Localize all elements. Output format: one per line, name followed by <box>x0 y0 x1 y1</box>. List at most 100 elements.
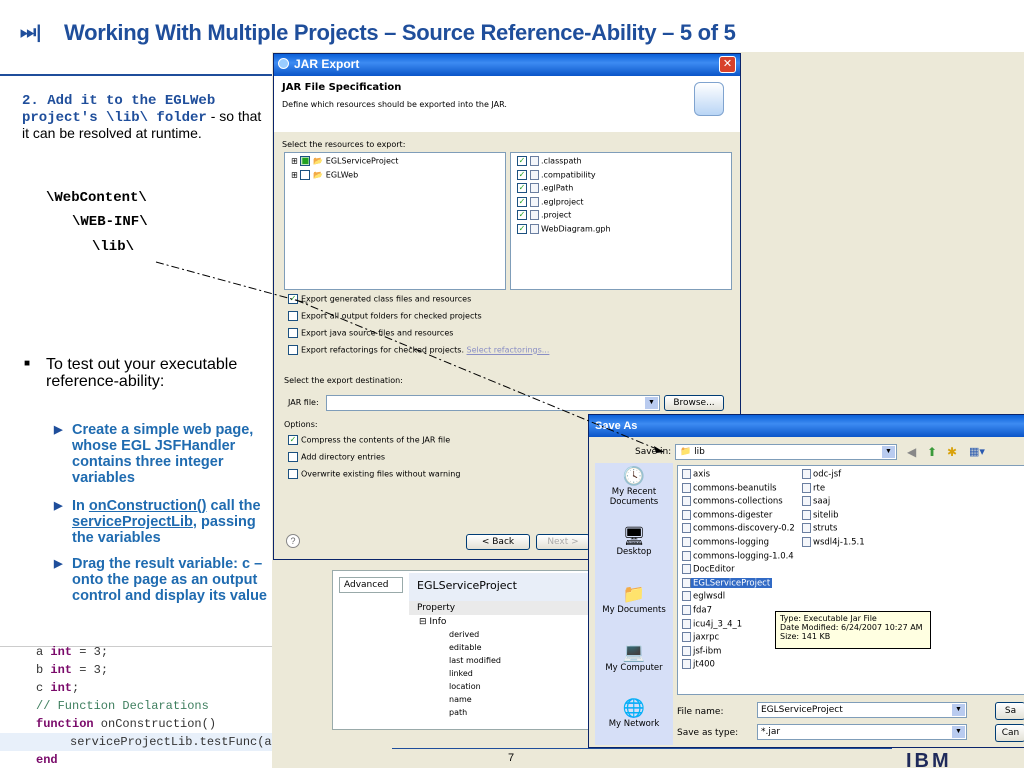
file-entry[interactable]: rte <box>802 482 827 493</box>
jar-file-icon <box>682 645 691 656</box>
file-list-item[interactable]: ✓ .classpath <box>517 156 582 166</box>
file-entry[interactable]: commons-digester <box>682 509 774 520</box>
file-entry[interactable]: jt400 <box>682 659 717 670</box>
opt-overwrite[interactable]: Overwrite existing files without warning <box>288 469 460 479</box>
file-entry[interactable]: eglwsdl <box>682 591 727 602</box>
save-button[interactable]: Sa <box>995 702 1024 720</box>
property-row: linked <box>449 669 473 678</box>
file-entry[interactable]: axis <box>682 469 712 480</box>
jar-file-icon <box>802 496 811 507</box>
place-my-computer[interactable]: 💻 My Computer <box>595 641 673 673</box>
chevron-down-icon[interactable]: ▼ <box>952 726 965 738</box>
sub-bullet-1: ▶ Create a simple web page, whose EGL JSF… <box>54 422 254 486</box>
file-entry[interactable]: odc-jsf <box>802 469 843 480</box>
opt-export-java[interactable]: Export java source files and resources <box>288 328 453 338</box>
footer-line <box>392 748 892 749</box>
file-entry[interactable]: DocEditor <box>682 564 737 575</box>
file-entry[interactable]: fda7 <box>682 605 714 616</box>
jar-file-icon <box>802 523 811 534</box>
page-number: 7 <box>508 752 515 764</box>
view-menu-icon[interactable]: ▦▾ <box>969 445 985 458</box>
eclipse-icon <box>278 58 289 69</box>
save-in-combo[interactable]: 📁 lib ▼ <box>675 444 897 460</box>
file-entry[interactable]: jaxrpc <box>682 632 721 643</box>
place-my-network[interactable]: 🌐 My Network <box>595 697 673 729</box>
file-entry[interactable]: EGLServiceProject <box>682 577 773 589</box>
place-my-recent-documents[interactable]: 🕓 My Recent Documents <box>595 465 673 507</box>
browse-button[interactable]: Browse... <box>664 395 724 411</box>
select-refactorings-link[interactable]: Select refactorings... <box>467 346 550 355</box>
jar-export-titlebar: JAR Export <box>274 54 740 76</box>
place-icon: 📁 <box>622 584 646 604</box>
opt-export-class[interactable]: ✓ Export generated class files and resour… <box>288 294 471 304</box>
file-entry[interactable]: commons-collections <box>682 496 785 507</box>
file-entry[interactable]: struts <box>802 523 839 534</box>
project-tree: ⊞ ■ 📂 EGLServiceProject ⊞ 📂 EGLWeb <box>284 152 506 290</box>
file-entry[interactable]: jsf-ibm <box>682 645 723 656</box>
help-icon[interactable]: ? <box>286 534 300 548</box>
file-type-label: Save as type: <box>677 728 739 738</box>
back-nav-icon[interactable]: ◀ <box>907 445 916 459</box>
code-line: c int; <box>36 681 80 695</box>
code-line: b int = 3; <box>36 663 109 677</box>
file-list-item[interactable]: ✓ .eglPath <box>517 183 573 194</box>
jar-file-icon <box>802 482 811 493</box>
up-folder-icon[interactable]: ⬆ <box>927 445 937 459</box>
path-lib: \lib\ <box>92 239 135 255</box>
file-list-item[interactable]: ✓ .project <box>517 210 571 221</box>
place-my-documents[interactable]: 📁 My Documents <box>595 583 673 615</box>
file-type-select[interactable]: *.jar ▼ <box>757 724 967 740</box>
jar-file-icon <box>802 509 811 520</box>
file-entry[interactable]: saaj <box>802 496 832 507</box>
file-entry[interactable]: commons-discovery-0.2 <box>682 523 797 534</box>
opt-export-refactor[interactable]: Export refactorings for checked projects… <box>288 345 549 355</box>
file-entry[interactable]: commons-logging-1.0.4 <box>682 550 796 561</box>
cancel-button[interactable]: Can <box>995 724 1024 742</box>
jar-heading: JAR File Specification <box>282 82 402 93</box>
chevron-down-icon[interactable]: ▼ <box>645 397 658 409</box>
opt-compress[interactable]: ✓ Compress the contents of the JAR file <box>288 435 450 445</box>
info-group[interactable]: ⊟ Info <box>419 617 446 627</box>
code-comment: // Function Declarations <box>36 699 209 713</box>
file-name-input[interactable]: EGLServiceProject ▼ <box>757 702 967 718</box>
chevron-down-icon[interactable]: ▼ <box>882 446 895 458</box>
property-row: last modified <box>449 656 501 665</box>
tree-item-eglserviceproject[interactable]: ⊞ ■ 📂 EGLServiceProject <box>291 156 398 166</box>
file-entry[interactable]: icu4j_3_4_1 <box>682 618 744 629</box>
back-button[interactable]: < Back <box>466 534 530 550</box>
code-line: function onConstruction() <box>36 717 217 731</box>
tab-advanced[interactable]: Advanced <box>339 577 403 593</box>
jar-file-icon <box>682 605 691 615</box>
jar-file-icon <box>802 469 811 479</box>
save-as-titlebar: Save As <box>589 415 1024 437</box>
file-list-item[interactable]: ✓ .compatibility <box>517 169 596 180</box>
save-in-label: Save in: <box>635 447 672 457</box>
place-desktop[interactable]: 🖥 Desktop <box>595 525 673 557</box>
chevron-down-icon[interactable]: ▼ <box>952 704 965 716</box>
new-folder-icon[interactable]: ✱ <box>947 445 957 459</box>
properties-title: EGLServiceProject <box>417 579 517 592</box>
opt-dir-entries[interactable]: Add directory entries <box>288 452 385 462</box>
select-label: Select the resources to export: <box>282 140 406 149</box>
file-list-item[interactable]: ✓ WebDiagram.gph <box>517 224 611 234</box>
jar-file-icon <box>802 537 811 547</box>
jar-file-combo[interactable]: ▼ <box>326 395 660 411</box>
skip-forward-icon: ⏭| <box>20 22 42 42</box>
jar-file-icon <box>682 659 691 670</box>
file-entry[interactable]: commons-beanutils <box>682 482 779 493</box>
jar-subheading: Define which resources should be exporte… <box>282 100 507 109</box>
title-divider <box>0 74 272 76</box>
file-icon <box>530 169 539 180</box>
jar-file-icon <box>682 496 691 507</box>
code-line: a int = 3; <box>36 645 109 659</box>
file-entry[interactable]: sitelib <box>802 509 840 520</box>
next-button[interactable]: Next > <box>536 534 590 550</box>
opt-export-output[interactable]: Export all output folders for checked pr… <box>288 311 482 321</box>
tree-item-eglweb[interactable]: ⊞ 📂 EGLWeb <box>291 170 358 180</box>
jar-file-icon <box>682 564 691 575</box>
file-list-item[interactable]: ✓ .eglproject <box>517 196 584 207</box>
file-entry[interactable]: commons-logging <box>682 537 771 548</box>
close-icon[interactable]: ✕ <box>719 56 736 73</box>
place-icon: 🕓 <box>622 466 646 486</box>
file-entry[interactable]: wsdl4j-1.5.1 <box>802 537 867 548</box>
